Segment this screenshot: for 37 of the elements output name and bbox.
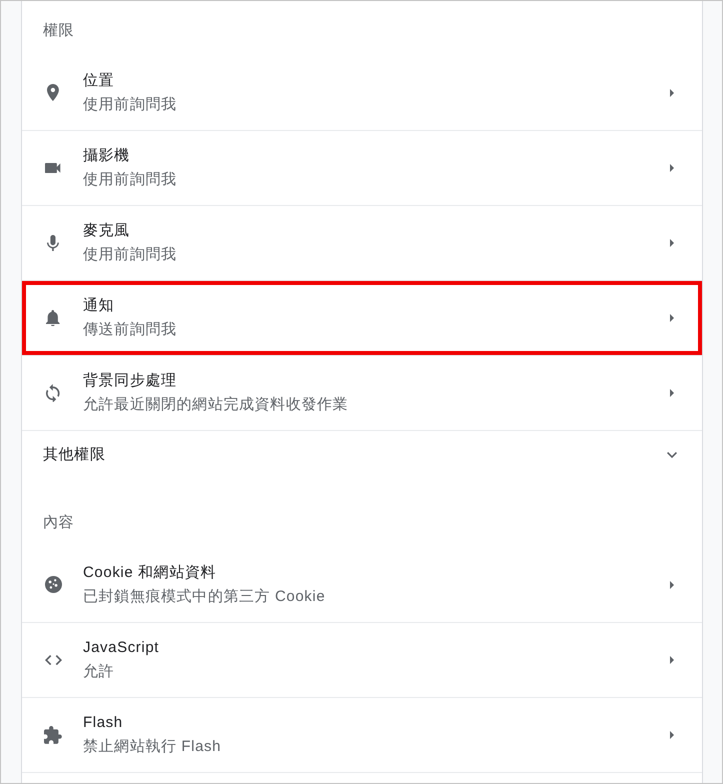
setting-title: 位置 xyxy=(83,70,114,90)
cookie-icon xyxy=(44,576,62,593)
sync-icon xyxy=(46,384,60,402)
video-camera-icon xyxy=(45,162,61,174)
caret-right-icon xyxy=(670,239,674,247)
caret-right-icon xyxy=(670,88,674,96)
microphone-icon xyxy=(47,234,59,252)
setting-description: 允許最近關閉的網站完成資料收發作業 xyxy=(83,395,348,415)
puzzle-piece-icon xyxy=(44,726,62,744)
code-brackets-icon xyxy=(44,654,62,666)
setting-title: 攝影機 xyxy=(83,146,130,166)
setting-row[interactable]: 通知 傳送前詢問我 xyxy=(22,280,702,355)
setting-description: 使用前詢問我 xyxy=(83,170,177,190)
location-pin-icon xyxy=(47,84,59,101)
setting-title: 麥克風 xyxy=(83,221,130,241)
caret-right-icon xyxy=(670,656,674,664)
setting-description: 使用前詢問我 xyxy=(83,245,177,265)
setting-description: 已封鎖無痕模式中的第三方 Cookie xyxy=(83,586,326,606)
caret-right-icon xyxy=(670,164,674,172)
expandable-row[interactable]: 其他權限 xyxy=(22,430,702,480)
caret-right-icon xyxy=(670,389,674,397)
setting-description: 禁止網站執行 Flash xyxy=(83,737,222,757)
setting-title: 背景同步處理 xyxy=(83,371,177,391)
setting-title: Cookie 和網站資料 xyxy=(83,562,216,582)
bell-icon xyxy=(46,310,60,326)
section-heading: 權限 xyxy=(43,21,76,41)
setting-title: Flash xyxy=(83,713,123,733)
section-heading: 內容 xyxy=(43,513,76,533)
caret-right-icon xyxy=(670,580,674,588)
setting-title: JavaScript xyxy=(83,638,160,658)
setting-description: 使用前詢問我 xyxy=(83,94,177,114)
chevron-down-icon xyxy=(667,452,677,459)
caret-right-icon xyxy=(670,731,674,739)
setting-description: 允許 xyxy=(83,662,114,682)
caret-right-icon xyxy=(670,314,674,322)
setting-title: 通知 xyxy=(83,296,114,316)
setting-description: 傳送前詢問我 xyxy=(83,320,177,340)
